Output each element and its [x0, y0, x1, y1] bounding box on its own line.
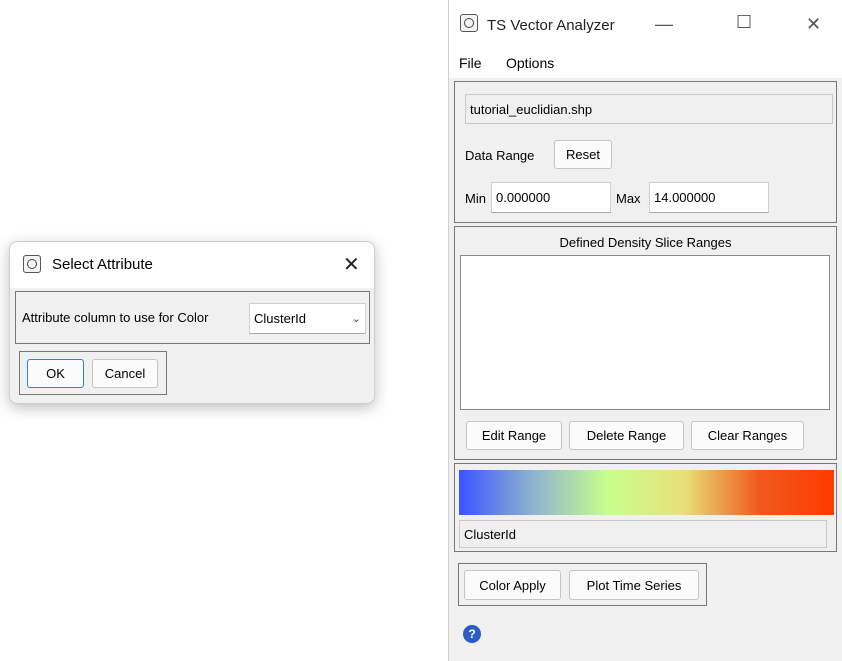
minimize-icon[interactable]: — [655, 14, 673, 35]
filename-field: tutorial_euclidian.shp [465, 94, 833, 124]
app-icon [460, 14, 478, 32]
chevron-down-icon: ⌄ [351, 313, 361, 325]
min-input[interactable]: 0.000000 [491, 182, 611, 213]
min-label: Min [465, 191, 486, 206]
dialog-app-icon [23, 255, 41, 273]
color-apply-button[interactable]: Color Apply [464, 570, 561, 600]
attribute-prompt: Attribute column to use for Color [22, 310, 209, 325]
apply-group: Color Apply Plot Time Series [458, 563, 707, 606]
slice-ranges-list[interactable] [460, 255, 830, 410]
ts-vector-analyzer-window: TS Vector Analyzer — ☐ ✕ File Options tu… [448, 0, 842, 661]
color-attribute-field: ClusterId [459, 520, 827, 548]
attribute-group: Attribute column to use for Color Cluste… [15, 291, 370, 344]
max-label: Max [616, 191, 641, 206]
menu-file[interactable]: File [459, 55, 482, 71]
window-title: TS Vector Analyzer [487, 17, 615, 34]
density-slice-group: Defined Density Slice Ranges Edit Range … [454, 226, 837, 460]
ok-button[interactable]: OK [27, 359, 84, 388]
data-range-label: Data Range [465, 148, 535, 163]
menu-options[interactable]: Options [506, 55, 554, 71]
attribute-select[interactable]: ClusterId ⌄ [249, 303, 366, 334]
delete-range-button[interactable]: Delete Range [569, 421, 684, 450]
max-input[interactable]: 14.000000 [649, 182, 769, 213]
attribute-select-value: ClusterId [254, 311, 307, 326]
close-icon[interactable]: ✕ [806, 14, 821, 35]
color-ramp-group: ClusterId [454, 463, 837, 552]
menubar: File Options [449, 50, 842, 78]
reset-button[interactable]: Reset [554, 140, 612, 169]
select-attribute-dialog: Select Attribute ✕ Attribute column to u… [9, 241, 375, 404]
edit-range-button[interactable]: Edit Range [466, 421, 562, 450]
maximize-icon[interactable]: ☐ [736, 12, 752, 33]
main-titlebar: TS Vector Analyzer — ☐ ✕ [449, 0, 842, 50]
help-icon[interactable]: ? [463, 625, 481, 643]
data-range-group: tutorial_euclidian.shp Data Range Reset … [454, 81, 837, 223]
plot-time-series-button[interactable]: Plot Time Series [569, 570, 699, 600]
color-ramp-bar [459, 470, 834, 515]
clear-ranges-button[interactable]: Clear Ranges [691, 421, 804, 450]
dialog-title: Select Attribute [52, 256, 153, 273]
density-slice-title: Defined Density Slice Ranges [559, 235, 732, 250]
dialog-button-group: OK Cancel [19, 351, 167, 395]
cancel-button[interactable]: Cancel [92, 359, 158, 388]
dialog-titlebar: Select Attribute ✕ [10, 242, 374, 288]
dialog-close-icon[interactable]: ✕ [343, 252, 360, 277]
